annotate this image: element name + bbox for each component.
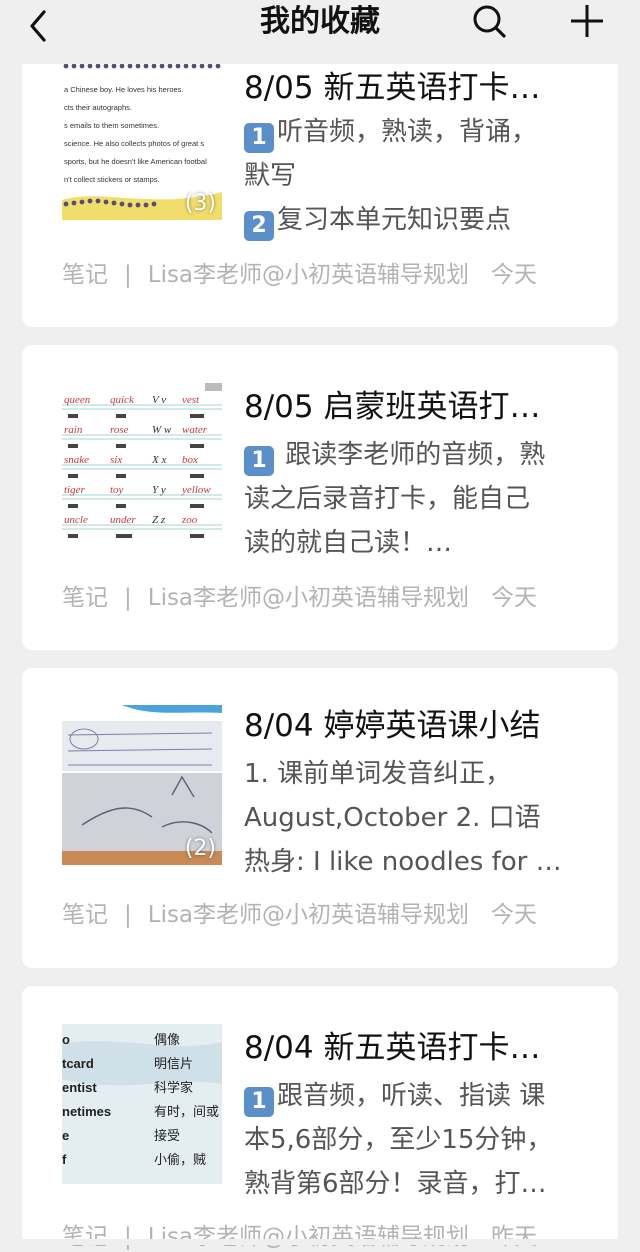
card-summary: 1 跟音频，听读、指读 课 本5,6部分，至少15分钟， 熟背第6部分！录音，打… xyxy=(244,1074,584,1206)
thumb-word: Y y xyxy=(152,484,166,496)
thumb-word: entist xyxy=(62,1080,97,1095)
thumb-meaning: 偶像 xyxy=(154,1033,180,1048)
card-thumbnail: a Chinese boy. He loves his heroes. cts … xyxy=(62,60,222,220)
card-title: 8/05 新五英语打卡… xyxy=(244,70,541,106)
summary-line: 默写 xyxy=(244,161,297,191)
card-title: 8/04 新五英语打卡… xyxy=(244,1030,541,1066)
add-icon[interactable] xyxy=(568,2,606,40)
thumb-word: uncle xyxy=(64,514,88,526)
divider: | xyxy=(124,902,132,928)
thumb-word: o xyxy=(62,1032,70,1047)
thumb-word: V v xyxy=(152,394,166,406)
thumb-word: rose xyxy=(110,424,129,436)
thumb-text-line: cts their autographs. xyxy=(64,103,132,112)
thumb-text-line: science. He also collects photos of grea… xyxy=(64,139,204,148)
card-footer: 笔记 | Lisa李老师@小初英语辅导规划 今天 xyxy=(62,583,537,613)
author[interactable]: Lisa李老师@小初英语辅导规划 xyxy=(148,1222,469,1252)
thumb-word: rain xyxy=(64,424,83,436)
divider: | xyxy=(124,585,132,611)
card-footer: 笔记 | Lisa李老师@小初英语辅导规划 昨天 xyxy=(62,1222,537,1252)
divider: | xyxy=(124,1224,132,1250)
thumb-word: X x xyxy=(151,454,166,466)
thumb-word: tcard xyxy=(62,1056,94,1071)
summary-line: 跟音频，听读、指读 课 xyxy=(277,1081,546,1111)
favorite-card[interactable]: queen quick V v vest rain rose W w water snake… xyxy=(22,345,618,650)
thumb-text-line: sports, but he doesn't like American foo… xyxy=(64,157,207,166)
thumb-meaning: 小偷，贼 xyxy=(154,1153,206,1168)
thumb-word: W w xyxy=(152,424,172,436)
thumb-word: water xyxy=(182,424,208,436)
thumb-word: queen xyxy=(64,394,91,406)
summary-line: 1. 课前单词发音纠正， xyxy=(244,759,512,789)
card-summary: 1. 课前单词发音纠正， August,October 2. 口语 热身: I … xyxy=(244,752,584,884)
thumb-text-line: n't collect stickers or stamps. xyxy=(64,175,160,184)
summary-line: 读的就自己读！… xyxy=(244,528,453,558)
favorite-card[interactable]: (2) 8/04 婷婷英语课小结 1. 课前单词发音纠正， August,Oct… xyxy=(22,668,618,968)
keycap-one-icon: 1 xyxy=(244,1087,274,1117)
thumb-meaning: 科学家 xyxy=(154,1080,193,1096)
card-title: 8/04 婷婷英语课小结 xyxy=(244,708,541,744)
thumb-word: toy xyxy=(110,484,124,496)
divider: | xyxy=(124,262,132,288)
keycap-two-icon: 2 xyxy=(244,211,274,241)
favorite-card[interactable]: o tcard entist netimes e f 偶像 明信片 科学家 有时… xyxy=(22,986,618,1250)
card-footer: 笔记 | Lisa李老师@小初英语辅导规划 今天 xyxy=(62,260,537,290)
timestamp: 昨天 xyxy=(491,1224,538,1250)
summary-line: 复习本单元知识要点 xyxy=(277,205,512,235)
thumb-text-line: s emails to them sometimes. xyxy=(64,121,159,130)
thumb-word: box xyxy=(182,454,198,466)
thumb-word: tiger xyxy=(64,484,85,496)
thumb-word: e xyxy=(62,1128,69,1143)
note-type: 笔记 xyxy=(62,1224,108,1250)
note-type: 笔记 xyxy=(62,262,108,288)
thumb-word: under xyxy=(110,514,136,526)
summary-line: 本5,6部分，至少15分钟， xyxy=(244,1125,553,1155)
thumb-word: six xyxy=(110,454,122,466)
timestamp: 今天 xyxy=(491,262,538,288)
thumb-word: quick xyxy=(110,394,135,406)
card-thumbnail: o tcard entist netimes e f 偶像 明信片 科学家 有时… xyxy=(62,1024,222,1184)
search-icon[interactable] xyxy=(470,2,508,40)
thumb-meaning: 明信片 xyxy=(154,1057,193,1072)
nav-bar: 我的收藏 xyxy=(0,0,640,64)
author[interactable]: Lisa李老师@小初英语辅导规划 xyxy=(148,583,469,613)
thumb-word: f xyxy=(62,1152,67,1167)
thumb-word: zoo xyxy=(181,514,198,526)
author[interactable]: Lisa李老师@小初英语辅导规划 xyxy=(148,900,469,930)
card-summary: 1 跟读李老师的音频，熟 读之后录音打卡，能自己 读的就自己读！… xyxy=(244,433,584,565)
bottom-edge xyxy=(0,1239,640,1245)
card-thumbnail: queen quick V v vest rain rose W w water snake… xyxy=(62,383,222,538)
card-summary: 1 听音频，熟读，背诵， 默写 2 复习本单元知识要点 xyxy=(244,110,584,242)
thumb-meaning: 有时，间或 xyxy=(154,1105,219,1120)
summary-line: 跟读李老师的音频，熟 xyxy=(277,440,546,470)
timestamp: 今天 xyxy=(491,585,538,611)
summary-line: 热身: I like noodles for … xyxy=(244,847,562,877)
thumb-meaning: 接受 xyxy=(154,1128,180,1144)
summary-line: 读之后录音打卡，能自己 xyxy=(244,484,531,514)
thumb-word: yellow xyxy=(181,484,211,496)
image-count: (2) xyxy=(184,836,216,861)
image-count: (3) xyxy=(184,191,216,216)
author[interactable]: Lisa李老师@小初英语辅导规划 xyxy=(148,260,469,290)
keycap-one-icon: 1 xyxy=(244,446,274,476)
note-type: 笔记 xyxy=(62,585,108,611)
note-type: 笔记 xyxy=(62,902,108,928)
thumb-word: snake xyxy=(64,454,89,466)
card-footer: 笔记 | Lisa李老师@小初英语辅导规划 今天 xyxy=(62,900,537,930)
summary-line: 听音频，熟读，背诵， xyxy=(277,117,538,147)
thumb-word: Z z xyxy=(152,514,166,526)
thumb-text-line: a Chinese boy. He loves his heroes. xyxy=(64,85,184,94)
thumb-word: vest xyxy=(182,394,200,406)
timestamp: 今天 xyxy=(491,902,538,928)
summary-line: 熟背第6部分！录音，打… xyxy=(244,1169,547,1199)
summary-line: August,October 2. 口语 xyxy=(244,803,541,833)
keycap-one-icon: 1 xyxy=(244,123,274,153)
card-thumbnail: (2) xyxy=(62,705,222,865)
card-title: 8/05 启蒙班英语打… xyxy=(244,389,541,425)
page-title: 我的收藏 xyxy=(260,4,380,39)
thumb-word: netimes xyxy=(62,1104,111,1119)
